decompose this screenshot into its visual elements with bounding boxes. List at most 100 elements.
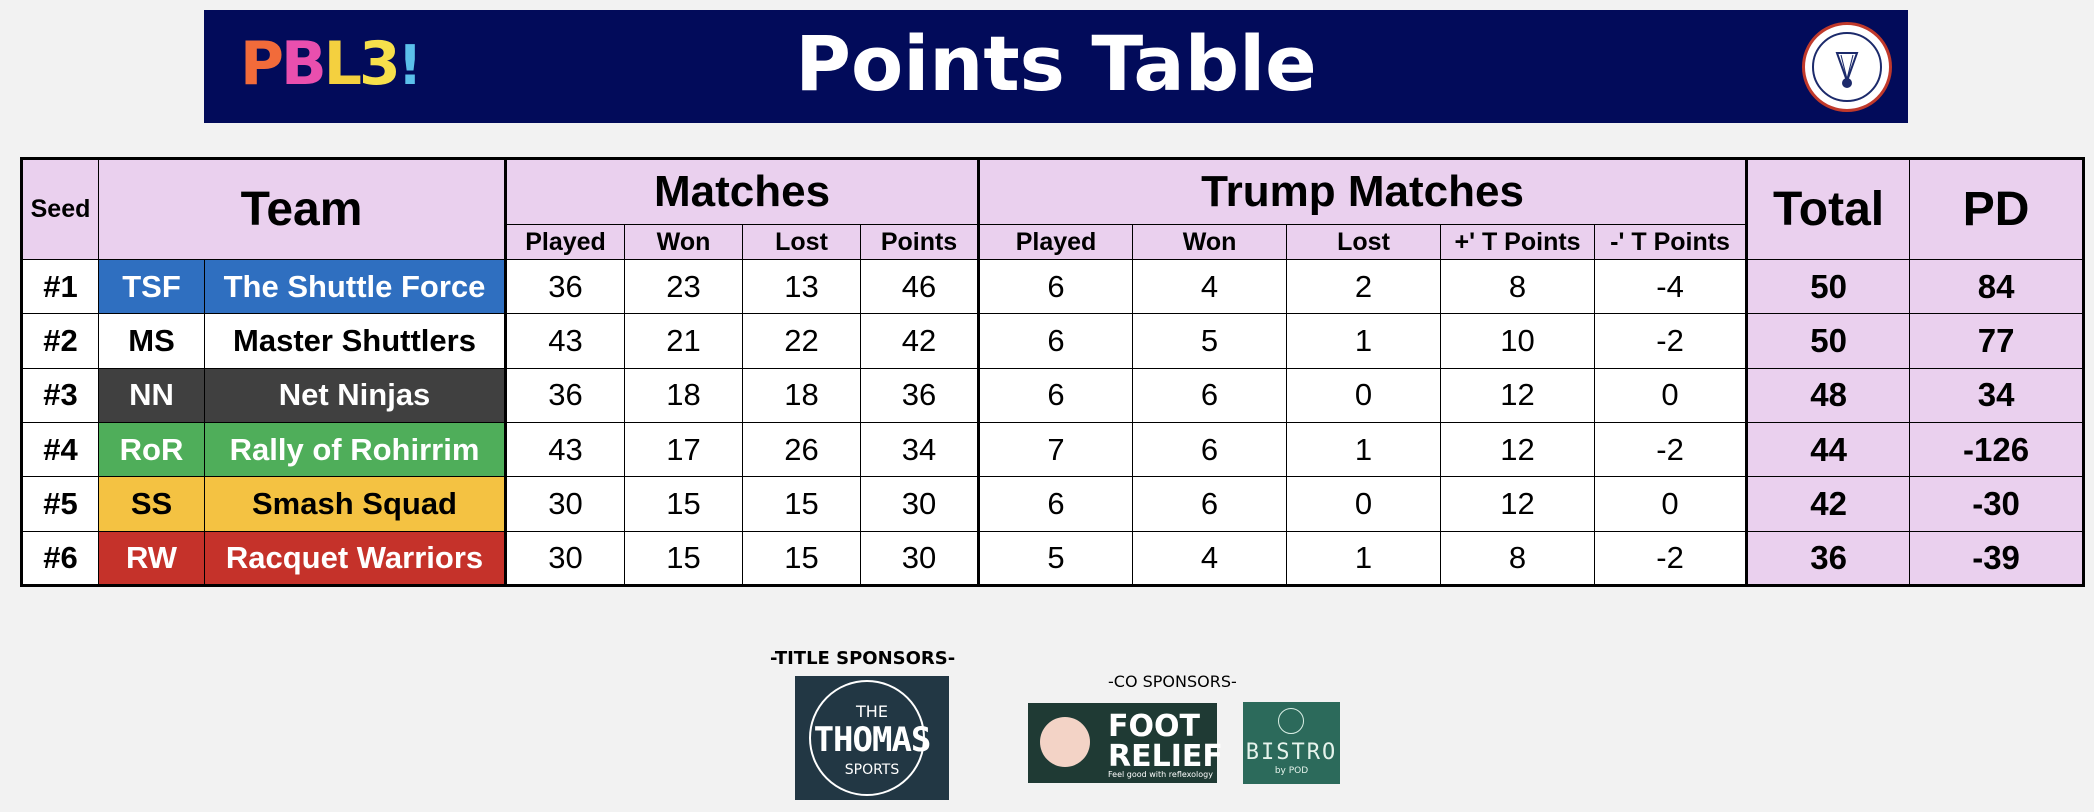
trump-lost: 1	[1286, 421, 1442, 478]
header-banner: PBL3! Points Table	[204, 10, 1908, 123]
trump-lost: 2	[1286, 258, 1442, 315]
trump-won: 4	[1132, 530, 1288, 587]
trump-plus-points: 12	[1440, 476, 1596, 532]
trump-played: 6	[977, 313, 1134, 369]
subheader-won: Won	[624, 224, 744, 260]
trump-played: 5	[977, 530, 1134, 587]
table-row: #2 MS Master Shuttlers 43 21 22 42 6 5 1 10 -2 50 77	[21, 313, 2085, 369]
table-row: #3 NN Net Ninjas 36 18 18 36 6 6 0 12 0 48 34	[21, 367, 2085, 423]
header-total: Total	[1745, 158, 1911, 260]
trump-minus-points: -4	[1594, 258, 1748, 315]
subheader-trump-lost: Lost	[1286, 224, 1442, 260]
total-cell: 44	[1745, 421, 1911, 478]
matches-points: 42	[860, 313, 980, 369]
matches-lost: 13	[742, 258, 862, 315]
title-sponsors-heading: -TITLE SPONSORS-	[770, 648, 956, 669]
seed-cell: #5	[21, 476, 99, 532]
co-sponsors-heading: -CO SPONSORS-	[1108, 672, 1237, 691]
team-name: Smash Squad	[203, 476, 507, 532]
thomas-logo-sports: SPORTS	[844, 762, 900, 778]
thomas-logo-the: THE	[856, 702, 888, 721]
team-abbr: MS	[98, 313, 205, 369]
matches-points: 36	[860, 367, 980, 423]
pd-cell: 34	[1909, 367, 2085, 423]
matches-won: 21	[624, 313, 744, 369]
pd-cell: 84	[1909, 258, 2085, 315]
matches-played: 30	[504, 530, 626, 587]
subheader-points: Points	[860, 224, 980, 260]
leaf-icon	[1278, 708, 1304, 734]
pd-cell: -39	[1909, 530, 2085, 587]
matches-lost: 26	[742, 421, 862, 478]
matches-points: 46	[860, 258, 980, 315]
matches-points: 30	[860, 530, 980, 587]
team-name: Racquet Warriors	[203, 530, 507, 587]
trump-plus-points: 12	[1440, 367, 1596, 423]
feet-icon	[1040, 717, 1090, 767]
seed-cell: #6	[21, 530, 99, 587]
subheader-trump-plus-points: +' T Points	[1440, 224, 1596, 260]
trump-minus-points: -2	[1594, 421, 1748, 478]
matches-played: 36	[504, 367, 626, 423]
club-emblem-icon	[1802, 22, 1892, 112]
subheader-trump-won: Won	[1132, 224, 1288, 260]
table-row: #4 RoR Rally of Rohirrim 43 17 26 34 7 6 1 12 -2 44-…	[21, 421, 2085, 478]
subheader-lost: Lost	[742, 224, 862, 260]
trump-won: 6	[1132, 476, 1288, 532]
thomas-sports-logo: THE THOMAS SPORTS	[795, 676, 949, 800]
subheader-played: Played	[504, 224, 626, 260]
team-abbr: SS	[98, 476, 205, 532]
trump-won: 6	[1132, 421, 1288, 478]
team-name: The Shuttle Force	[203, 258, 507, 315]
pd-cell: 77	[1909, 313, 2085, 369]
matches-won: 15	[624, 476, 744, 532]
header-team: Team	[97, 158, 507, 260]
matches-lost: 22	[742, 313, 862, 369]
table-row: #5 SS Smash Squad 30 15 15 30 6 6 0 12 0 42 -30	[21, 476, 2085, 532]
trump-won: 5	[1132, 313, 1288, 369]
matches-played: 43	[504, 421, 626, 478]
trump-plus-points: 12	[1440, 421, 1596, 478]
trump-played: 7	[977, 421, 1134, 478]
header-pd: PD	[1909, 158, 2085, 260]
pd-cell: -126	[1909, 421, 2085, 478]
team-abbr: NN	[98, 367, 205, 423]
matches-played: 30	[504, 476, 626, 532]
trump-plus-points: 8	[1440, 530, 1596, 587]
matches-points: 34	[860, 421, 980, 478]
total-cell: 42	[1745, 476, 1911, 532]
foot-logo-line2: RELIEF	[1108, 739, 1223, 774]
seed-cell: #2	[21, 313, 99, 369]
table-row: #6 RW Racquet Warriors 30 15 15 30 5 4 1 8 -2 36 -39	[21, 530, 2085, 587]
team-name: Master Shuttlers	[203, 313, 507, 369]
foot-logo-tagline: Feel good with reflexology	[1108, 770, 1213, 779]
seed-cell: #3	[21, 367, 99, 423]
trump-played: 6	[977, 367, 1134, 423]
seed-cell: #4	[21, 421, 99, 478]
foot-relief-logo: FOOT RELIEF Feel good with reflexology	[1028, 703, 1223, 783]
team-abbr: RW	[98, 530, 205, 587]
total-cell: 50	[1745, 313, 1911, 369]
header-trump-matches: Trump Matches	[977, 158, 1748, 225]
matches-won: 23	[624, 258, 744, 315]
trump-plus-points: 10	[1440, 313, 1596, 369]
page-title: Points Table	[795, 19, 1317, 108]
subheader-trump-played: Played	[977, 224, 1134, 260]
trump-plus-points: 8	[1440, 258, 1596, 315]
matches-lost: 18	[742, 367, 862, 423]
bistro-logo: BISTRO by POD	[1243, 702, 1340, 784]
trump-lost: 1	[1286, 313, 1442, 369]
header-seed: Seed	[21, 158, 99, 260]
trump-played: 6	[977, 476, 1134, 532]
thomas-logo-name: THOMAS	[813, 720, 932, 760]
trump-won: 4	[1132, 258, 1288, 315]
team-abbr: RoR	[98, 421, 205, 478]
total-cell: 36	[1745, 530, 1911, 587]
trump-won: 6	[1132, 367, 1288, 423]
matches-played: 36	[504, 258, 626, 315]
matches-won: 15	[624, 530, 744, 587]
total-cell: 50	[1745, 258, 1911, 315]
trump-minus-points: 0	[1594, 367, 1748, 423]
table-row: #1 TSF The Shuttle Force 36 23 13 46 6 4 2 8 -4 50 84	[21, 258, 2085, 315]
team-abbr: TSF	[98, 258, 205, 315]
